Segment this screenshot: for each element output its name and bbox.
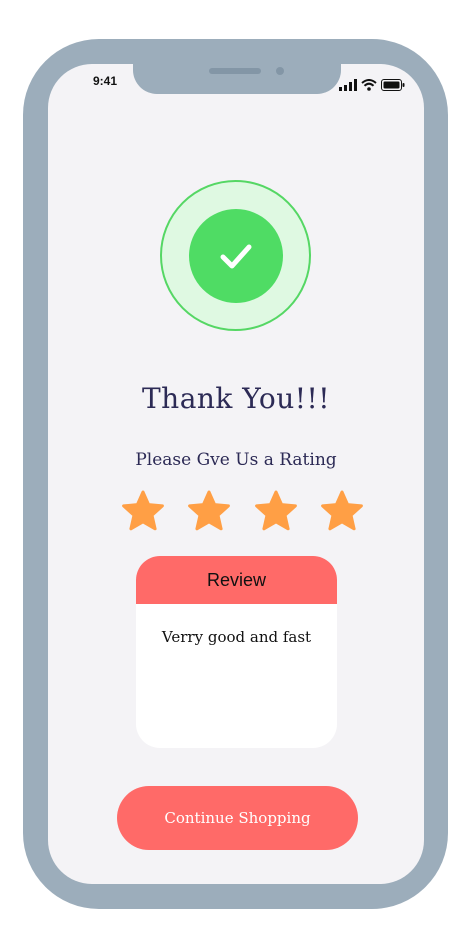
page-title: Thank You!!! (142, 382, 330, 415)
review-card: Review Verry good and fast (136, 556, 337, 748)
star-icon[interactable] (319, 490, 365, 534)
review-text[interactable]: Verry good and fast (136, 628, 337, 646)
rating-prompt: Please Gve Us a Rating (135, 450, 337, 470)
wifi-icon (361, 79, 377, 91)
star-rating[interactable] (120, 490, 368, 536)
signal-icon (339, 79, 357, 91)
check-icon (220, 244, 252, 269)
speaker-grille (209, 68, 261, 74)
continue-shopping-button[interactable]: Continue Shopping (117, 786, 358, 850)
front-camera (276, 67, 284, 75)
star-icon[interactable] (120, 490, 166, 534)
status-time: 9:41 (93, 74, 118, 88)
app-stage: 9:41 Thank You!!! Please Gve Us a Rating… (0, 0, 472, 932)
review-header: Review (136, 556, 337, 604)
battery-icon (381, 79, 405, 91)
star-icon[interactable] (253, 490, 299, 534)
status-icons (339, 78, 405, 92)
star-icon[interactable] (186, 490, 232, 534)
